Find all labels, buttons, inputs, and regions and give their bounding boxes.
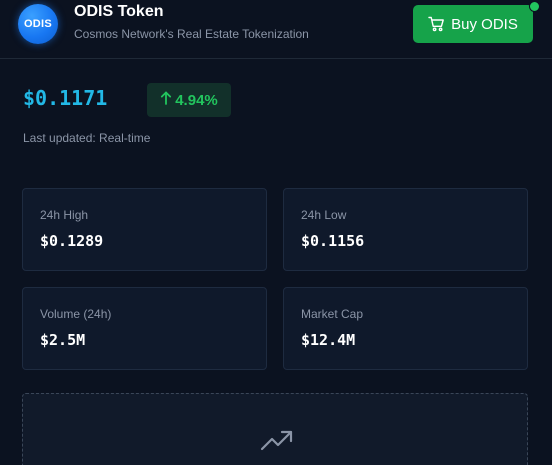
stat-label: 24h Low: [301, 208, 347, 222]
token-header: ODIS ODIS Token Cosmos Network's Real Es…: [0, 0, 552, 59]
stat-value: $0.1289: [40, 232, 104, 250]
stat-value: $0.1156: [301, 232, 365, 250]
buy-odis-label: Buy ODIS: [451, 15, 518, 33]
stat-label: Volume (24h): [40, 307, 112, 321]
stat-label: 24h High: [40, 208, 89, 222]
last-updated-text: Last updated: Real-time: [23, 131, 151, 145]
token-title: ODIS Token: [74, 3, 164, 20]
stat-card-volume: Volume (24h) $2.5M: [22, 287, 267, 370]
stat-label: Market Cap: [301, 307, 364, 321]
arrow-up-icon: [160, 91, 172, 109]
token-page: ODIS ODIS Token Cosmos Network's Real Es…: [0, 0, 552, 465]
price-chart-placeholder: [22, 393, 528, 465]
token-subtitle: Cosmos Network's Real Estate Tokenizatio…: [74, 27, 309, 41]
cart-icon: [428, 16, 445, 32]
buy-odis-button[interactable]: Buy ODIS: [413, 5, 533, 43]
trending-up-icon: [260, 430, 294, 457]
stat-card-market-cap: Market Cap $12.4M: [283, 287, 528, 370]
logo-text: ODIS: [23, 18, 53, 30]
price-change-badge: 4.94%: [147, 83, 231, 117]
stat-value: $2.5M: [40, 331, 86, 349]
stat-card-24h-low: 24h Low $0.1156: [283, 188, 528, 271]
odis-logo: ODIS: [18, 4, 58, 44]
current-price: $0.1171: [23, 86, 108, 110]
stat-value: $12.4M: [301, 331, 356, 349]
online-status-dot: [529, 1, 540, 12]
stat-card-24h-high: 24h High $0.1289: [22, 188, 267, 271]
price-change-value: 4.94%: [175, 91, 218, 109]
